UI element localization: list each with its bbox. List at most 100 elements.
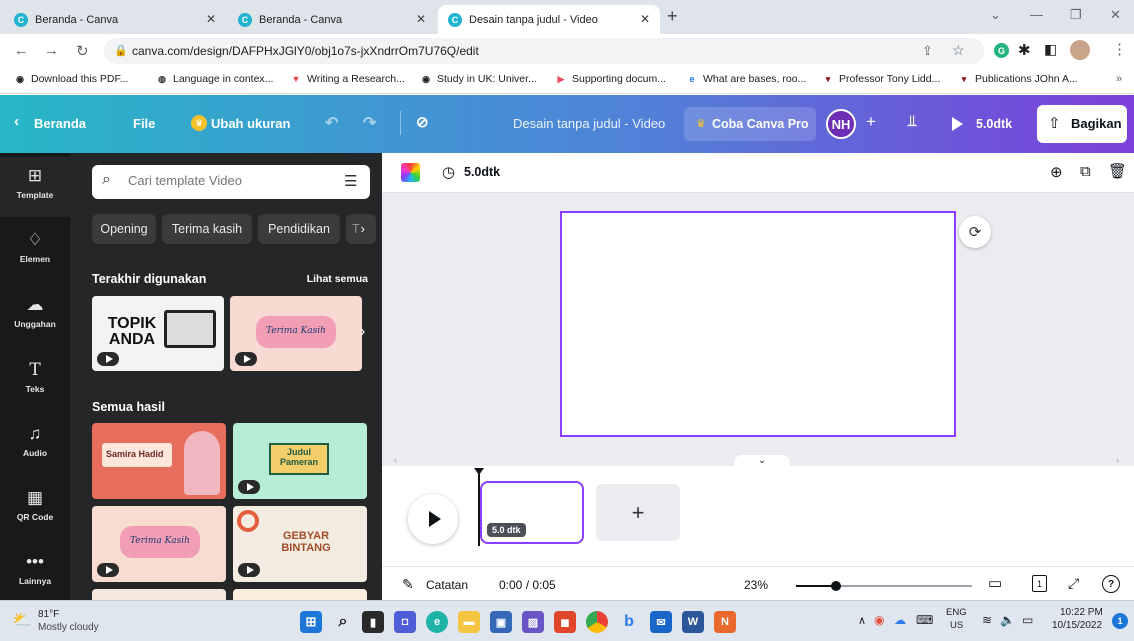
omnibox[interactable]: 🔒 canva.com/design/DAFPHxJGlY0/obj1o7s-j… bbox=[104, 38, 984, 64]
clock-icon[interactable]: ◷ bbox=[442, 163, 455, 181]
clock-date[interactable]: 10/15/2022 bbox=[1052, 620, 1102, 631]
add-scene-button[interactable]: + bbox=[596, 484, 680, 541]
chrome-icon[interactable] bbox=[586, 611, 608, 633]
scroll-left-icon[interactable]: ‹ bbox=[394, 455, 397, 465]
mail-icon[interactable]: ✉ bbox=[650, 611, 672, 633]
store-icon[interactable]: ▣ bbox=[490, 611, 512, 633]
refresh-icon[interactable]: ⟳ bbox=[959, 216, 991, 248]
battery-icon[interactable]: ▭ bbox=[1022, 613, 1033, 627]
template-thumbnail[interactable]: Terima Kasih bbox=[230, 296, 362, 371]
template-thumbnail[interactable]: Samira Hadid bbox=[92, 423, 226, 499]
browser-tab-active[interactable]: C Desain tanpa judul - Video ✕ bbox=[438, 5, 660, 34]
restore-icon[interactable]: ❐ bbox=[1070, 7, 1082, 23]
star-icon[interactable]: ☆ bbox=[952, 42, 965, 59]
chip-opening[interactable]: Opening bbox=[92, 214, 156, 244]
template-thumbnail[interactable]: TOPIK ANDA bbox=[92, 296, 224, 371]
chat-icon[interactable]: ◘ bbox=[394, 611, 416, 633]
rail-item-uploads[interactable]: ☁ Unggahan bbox=[0, 286, 70, 346]
bing-icon[interactable]: b bbox=[618, 611, 640, 633]
close-window-icon[interactable]: ✕ bbox=[1110, 7, 1121, 23]
template-thumbnail[interactable] bbox=[233, 589, 367, 600]
search-icon[interactable]: ⌕ bbox=[332, 611, 354, 633]
help-button[interactable]: ? bbox=[1102, 575, 1120, 593]
scene-thumbnail[interactable]: 5.0 dtk bbox=[480, 481, 584, 544]
insights-icon[interactable]: ⫫ bbox=[908, 113, 916, 130]
bookmark-item[interactable]: ◉ Study in UK: Univer... bbox=[420, 73, 537, 85]
chevron-left-icon[interactable]: ‹ bbox=[14, 113, 19, 130]
language-top[interactable]: ENG bbox=[946, 607, 967, 618]
close-icon[interactable]: ✕ bbox=[640, 12, 650, 26]
trash-icon[interactable]: 🗑 bbox=[1108, 162, 1127, 180]
template-search[interactable]: ⌕ ☰ bbox=[92, 165, 370, 199]
minimize-icon[interactable]: — bbox=[1030, 7, 1043, 22]
add-page-icon[interactable]: ⊕ bbox=[1050, 163, 1063, 181]
rail-item-elements[interactable]: ♢ Elemen bbox=[0, 221, 70, 281]
template-thumbnail[interactable]: Judul Pameran bbox=[233, 423, 367, 499]
home-link[interactable]: Beranda bbox=[34, 116, 86, 131]
design-title[interactable]: Desain tanpa judul - Video bbox=[513, 116, 665, 131]
scroll-right-icon[interactable]: › bbox=[1116, 455, 1119, 465]
fullscreen-icon[interactable]: ⤢ bbox=[1068, 575, 1079, 592]
see-all-link[interactable]: Lihat semua bbox=[307, 273, 368, 285]
share-button[interactable]: ⇧ Bagikan bbox=[1037, 105, 1127, 143]
share-page-icon[interactable]: ⇪ bbox=[922, 43, 933, 59]
rail-item-text[interactable]: T Teks bbox=[0, 351, 70, 411]
office-icon[interactable]: ◼ bbox=[554, 611, 576, 633]
keyboard-icon[interactable]: ⌨ bbox=[916, 613, 933, 627]
page-duration[interactable]: 5.0dtk bbox=[464, 165, 500, 179]
app-icon[interactable]: N bbox=[714, 611, 736, 633]
browser-tab[interactable]: C Beranda - Canva ✕ bbox=[228, 5, 436, 34]
bookmark-item[interactable]: e What are bases, roo... bbox=[686, 73, 806, 85]
task-view-icon[interactable]: ▮ bbox=[362, 611, 384, 633]
bookmark-item[interactable]: ▾ Publications JOhn A... bbox=[958, 73, 1078, 85]
rail-item-audio[interactable]: ♫ Audio bbox=[0, 415, 70, 475]
zoom-slider-knob[interactable] bbox=[831, 581, 842, 591]
duplicate-icon[interactable]: ⧉ bbox=[1080, 163, 1091, 180]
bookmark-item[interactable]: ▾ Professor Tony Lidd... bbox=[822, 73, 941, 85]
puzzle-icon[interactable]: ✱ bbox=[1018, 41, 1031, 59]
chip-pendidikan[interactable]: Pendidikan bbox=[258, 214, 340, 244]
sidebar-icon[interactable]: ◧ bbox=[1044, 41, 1057, 58]
back-arrow-icon[interactable]: ← bbox=[14, 42, 29, 59]
url-text[interactable]: canva.com/design/DAFPHxJGlY0/obj1o7s-jxX… bbox=[132, 44, 479, 58]
zoom-slider[interactable] bbox=[796, 581, 972, 591]
close-icon[interactable]: ✕ bbox=[416, 12, 426, 26]
tray-cloud-icon[interactable]: ☁ bbox=[894, 613, 906, 627]
browser-tab[interactable]: C Beranda - Canva ✕ bbox=[4, 5, 226, 34]
new-tab-button[interactable]: + bbox=[667, 6, 678, 27]
word-icon[interactable]: W bbox=[682, 611, 704, 633]
notification-badge[interactable]: 1 bbox=[1112, 613, 1128, 629]
add-collaborator-icon[interactable]: + bbox=[866, 112, 876, 132]
rail-item-qr-code[interactable]: ▦ QR Code bbox=[0, 479, 70, 539]
bookmark-item[interactable]: ▶ Supporting docum... bbox=[555, 73, 666, 85]
profile-avatar[interactable] bbox=[1070, 40, 1090, 60]
template-thumbnail[interactable]: GEBYAR BINTANG bbox=[233, 506, 367, 582]
grid-view-icon[interactable]: ▭ bbox=[988, 574, 1002, 592]
language-bottom[interactable]: US bbox=[950, 620, 963, 631]
cloud-saved-icon[interactable]: ⊘ bbox=[416, 113, 429, 131]
bookmark-item[interactable]: ▼ Writing a Research... bbox=[290, 73, 405, 85]
search-input[interactable] bbox=[128, 173, 328, 188]
file-menu[interactable]: File bbox=[133, 116, 155, 131]
reload-icon[interactable]: ↻ bbox=[76, 42, 89, 60]
tray-chevron-icon[interactable]: ∧ bbox=[858, 614, 866, 627]
rail-item-more[interactable]: ••• Lainnya bbox=[0, 543, 70, 603]
template-thumbnail[interactable] bbox=[92, 589, 226, 600]
chip-more[interactable]: T › bbox=[346, 214, 376, 244]
zoom-level[interactable]: 23% bbox=[744, 578, 768, 592]
filter-icon[interactable]: ☰ bbox=[344, 172, 357, 190]
tray-app-icon[interactable]: ◉ bbox=[874, 613, 884, 627]
file-explorer-icon[interactable]: ▬ bbox=[458, 611, 480, 633]
volume-icon[interactable]: 🔈 bbox=[1000, 613, 1015, 627]
notes-button[interactable]: Catatan bbox=[426, 578, 468, 592]
chip-terima-kasih[interactable]: Terima kasih bbox=[162, 214, 252, 244]
edge-icon[interactable]: e bbox=[426, 611, 448, 633]
redo-icon[interactable]: ↷ bbox=[363, 113, 376, 133]
rail-item-template[interactable]: ⊞ Template bbox=[0, 157, 70, 217]
play-button[interactable] bbox=[408, 494, 458, 544]
close-icon[interactable]: ✕ bbox=[206, 12, 216, 26]
wifi-icon[interactable]: ≋ bbox=[982, 613, 992, 627]
template-thumbnail[interactable]: Terima Kasih bbox=[92, 506, 226, 582]
forward-arrow-icon[interactable]: → bbox=[44, 42, 59, 59]
try-pro-button[interactable]: ♛ Coba Canva Pro bbox=[684, 107, 816, 141]
